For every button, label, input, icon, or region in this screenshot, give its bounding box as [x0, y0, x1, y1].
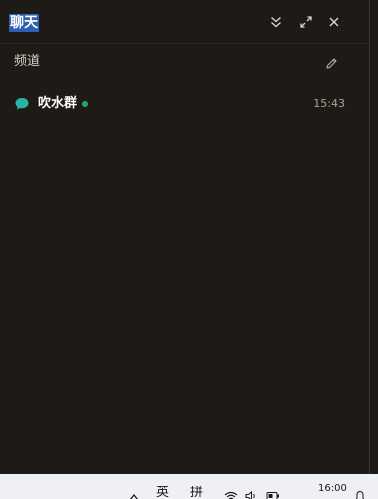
- collapse-button[interactable]: [266, 12, 286, 32]
- close-button[interactable]: [324, 12, 344, 32]
- app-root: 聊天 频道 吹水群 15:43 英 拼 16:00: [0, 0, 378, 499]
- expand-button[interactable]: [296, 12, 316, 32]
- pencil-icon: [325, 55, 338, 74]
- wifi-icon[interactable]: [224, 487, 238, 499]
- chat-header: 聊天: [0, 0, 370, 44]
- online-status-dot: [82, 101, 88, 107]
- channel-item[interactable]: 吹水群 15:43: [0, 92, 370, 118]
- expand-icon: [300, 16, 312, 28]
- edit-channels-button[interactable]: [322, 55, 340, 73]
- notification-icon[interactable]: [354, 487, 368, 499]
- channel-name: 吹水群: [38, 96, 78, 111]
- taskbar-clock[interactable]: 16:00: [318, 483, 347, 495]
- chat-bubble-icon: [14, 96, 30, 112]
- ime-language-toggle[interactable]: 英: [156, 486, 169, 499]
- double-chevron-down-icon: [270, 16, 282, 28]
- channels-section-title: 频道: [14, 54, 41, 69]
- speaker-icon[interactable]: [245, 487, 259, 499]
- chevron-up-icon[interactable]: [128, 487, 142, 499]
- window-title: 聊天: [9, 14, 39, 32]
- battery-icon[interactable]: [266, 487, 280, 499]
- close-icon: [329, 17, 339, 27]
- channel-last-time: 15:43: [313, 97, 345, 110]
- chat-panel: 聊天 频道 吹水群 15:43: [0, 0, 370, 474]
- ime-mode-toggle[interactable]: 拼: [190, 486, 203, 499]
- taskbar: 英 拼 16:00: [0, 474, 378, 499]
